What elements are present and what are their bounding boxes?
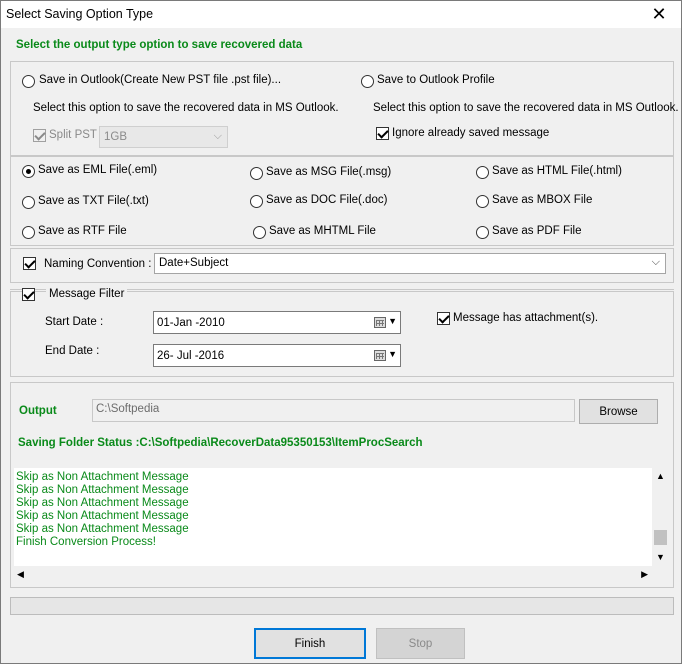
output-path-value: C:\Softpedia [96,403,160,415]
scroll-down-icon: ▼ [656,552,665,562]
format-label-mbox: Save as MBOX File [492,194,593,206]
log-line: Finish Conversion Process! [16,536,156,548]
output-label: Output [19,405,57,417]
format-label-eml: Save as EML File(.eml) [38,164,158,176]
log-vertical-scrollbar[interactable]: ▲ ▼ [652,468,669,566]
browse-button[interactable]: Browse [579,399,658,424]
saving-folder-status: Saving Folder Status :C:\Softpedia\Recov… [18,437,423,449]
format-label-html: Save as HTML File(.html) [492,165,622,177]
start-date-label: Start Date : [45,316,104,328]
calendar-icon [374,317,386,328]
format-radio-eml[interactable] [22,165,35,178]
split-size-select[interactable]: 1GB ⌵ [99,126,228,148]
close-button[interactable]: ✕ [637,1,681,28]
format-radio-msg[interactable] [250,167,263,180]
start-date-value: 01-Jan -2010 [157,317,225,329]
end-date-label: End Date : [45,345,100,357]
format-radio-mhtml[interactable] [253,226,266,239]
scroll-right-icon: ▶ [641,569,648,579]
ignore-saved-checkbox[interactable] [376,127,389,140]
format-label-pdf: Save as PDF File [492,225,582,237]
split-size-value: 1GB [104,131,128,143]
naming-value: Date+Subject [159,257,229,269]
format-label-txt: Save as TXT File(.txt) [38,195,149,207]
log-horizontal-scrollbar[interactable]: ◀ ▶ [14,566,652,583]
finish-button[interactable]: Finish [254,628,366,659]
ignore-saved-label: Ignore already saved message [392,127,550,139]
output-path-field[interactable]: C:\Softpedia [92,399,575,422]
filter-checkbox[interactable] [22,288,35,301]
split-pst-label: Split PST [49,129,97,141]
naming-checkbox[interactable] [23,257,36,270]
log-line: Skip as Non Attachment Message [16,523,189,535]
filter-label: Message Filter [46,288,128,300]
chevron-down-icon: ⌵ [651,256,660,268]
stop-button-label: Stop [408,637,433,650]
log-area[interactable]: Skip as Non Attachment Message Skip as N… [14,468,669,583]
naming-label: Naming Convention : [44,258,152,270]
chevron-down-icon: ▼ [388,349,397,359]
end-date-picker[interactable]: 26- Jul -2016 ▼ [153,344,401,367]
format-radio-rtf[interactable] [22,226,35,239]
naming-select[interactable]: Date+Subject ⌵ [154,253,666,274]
attachment-checkbox[interactable] [437,312,450,325]
log-line: Skip as Non Attachment Message [16,484,189,496]
format-radio-txt[interactable] [22,196,35,209]
scrollbar-corner [652,566,669,583]
save-profile-description: Select this option to save the recovered… [373,102,679,114]
calendar-icon [374,350,386,361]
scroll-left-icon: ◀ [17,569,24,579]
stop-button[interactable]: Stop [376,628,465,659]
chevron-down-icon: ⌵ [213,130,222,142]
window-title: Select Saving Option Type [6,7,154,21]
format-radio-html[interactable] [476,166,489,179]
save-profile-radio[interactable] [361,75,374,88]
save-pst-radio[interactable] [22,75,35,88]
format-radio-pdf[interactable] [476,226,489,239]
progress-bar [10,597,674,615]
save-profile-label: Save to Outlook Profile [377,74,495,86]
scrollbar-thumb[interactable] [654,530,667,545]
instruction-text: Select the output type option to save re… [16,39,303,51]
finish-button-label: Finish [294,637,326,650]
format-label-rtf: Save as RTF File [38,225,127,237]
title-bar: Select Saving Option Type ✕ [1,1,681,28]
log-line: Skip as Non Attachment Message [16,510,189,522]
format-label-msg: Save as MSG File(.msg) [266,166,392,178]
split-pst-checkbox[interactable] [33,129,46,142]
close-icon: ✕ [651,4,667,24]
log-line: Skip as Non Attachment Message [16,471,189,483]
scroll-up-icon: ▲ [656,471,665,481]
format-label-mhtml: Save as MHTML File [269,225,376,237]
start-date-picker[interactable]: 01-Jan -2010 ▼ [153,311,401,334]
format-radio-doc[interactable] [250,195,263,208]
browse-button-label: Browse [599,405,638,418]
format-radio-mbox[interactable] [476,195,489,208]
dialog-window: Select Saving Option Type ✕ Select the o… [0,0,682,664]
log-line: Skip as Non Attachment Message [16,497,189,509]
attachment-label: Message has attachment(s). [453,312,599,324]
save-pst-description: Select this option to save the recovered… [33,102,339,114]
chevron-down-icon: ▼ [388,316,397,326]
save-pst-label: Save in Outlook(Create New PST file .pst… [39,74,282,86]
format-label-doc: Save as DOC File(.doc) [266,194,388,206]
end-date-value: 26- Jul -2016 [157,350,225,362]
